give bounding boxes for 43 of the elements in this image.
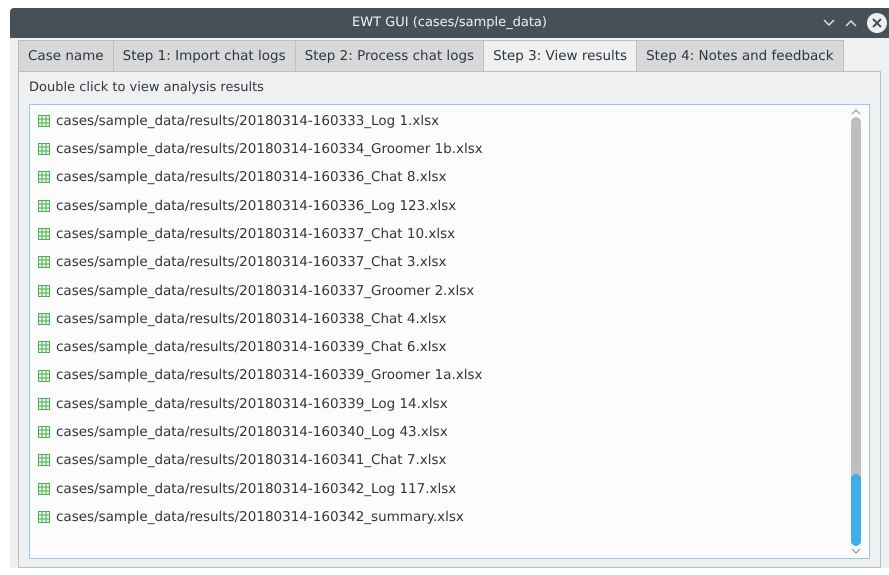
spreadsheet-icon	[38, 341, 50, 354]
scroll-up-icon[interactable]	[851, 108, 861, 115]
file-name[interactable]: cases/sample_data/results/20180314-160339_Chat 6.xlsx	[56, 337, 447, 358]
spreadsheet-icon	[38, 511, 50, 524]
window-title: EWT GUI (cases/sample_data)	[352, 14, 547, 32]
spreadsheet-icon	[38, 284, 50, 297]
spreadsheet-icon	[38, 171, 50, 184]
spreadsheet-icon	[38, 454, 50, 466]
file-name[interactable]: cases/sample_data/results/20180314-160333_Log 1.xlsx	[56, 110, 440, 132]
file-name[interactable]: cases/sample_data/results/20180314-160336_Chat 8.xlsx	[56, 167, 447, 188]
spreadsheet-icon	[38, 482, 50, 495]
file-name[interactable]: cases/sample_data/results/20180314-160342_Log 117.xlsx	[56, 478, 456, 499]
file-name[interactable]: cases/sample_data/results/20180314-160339_Log 14.xlsx	[56, 394, 448, 414]
file-name[interactable]: cases/sample_data/results/20180314-160340_Log 43.xlsx	[56, 422, 448, 442]
scrollbar-track[interactable]	[851, 116, 861, 546]
scrollbar-thumb[interactable]	[851, 474, 861, 546]
tab[interactable]: Step 2: Process chat logs	[294, 40, 484, 72]
spreadsheet-icon	[38, 256, 50, 268]
spreadsheet-icon	[38, 200, 50, 212]
spreadsheet-icon	[38, 228, 50, 240]
close-icon[interactable]	[867, 13, 887, 33]
file-name[interactable]: cases/sample_data/results/20180314-160336_Log 123.xlsx	[56, 196, 456, 216]
spreadsheet-icon	[38, 426, 50, 438]
maximize-icon[interactable]	[845, 19, 857, 27]
file-name[interactable]: cases/sample_data/results/20180314-160341_Chat 7.xlsx	[56, 450, 447, 471]
spreadsheet-icon	[38, 370, 50, 382]
file-name[interactable]: cases/sample_data/results/20180314-160338_Chat 4.xlsx	[56, 308, 447, 330]
file-name[interactable]: cases/sample_data/results/20180314-160334_Groomer 1b.xlsx	[56, 139, 483, 160]
file-name[interactable]: cases/sample_data/results/20180314-160337_Chat 10.xlsx	[56, 224, 456, 244]
scroll-down-icon[interactable]	[851, 548, 861, 554]
spreadsheet-icon	[38, 398, 50, 410]
tab[interactable]: Step 4: Notes and feedback	[636, 40, 844, 72]
tab[interactable]: Case name	[18, 40, 114, 72]
spreadsheet-icon	[38, 143, 50, 156]
instruction-text: Double click to view analysis results	[29, 79, 265, 98]
spreadsheet-icon	[38, 114, 50, 127]
file-name[interactable]: cases/sample_data/results/20180314-160342_summary.xlsx	[56, 506, 464, 528]
file-name[interactable]: cases/sample_data/results/20180314-160339_Groomer 1a.xlsx	[56, 365, 482, 386]
file-name[interactable]: cases/sample_data/results/20180314-160337_Groomer 2.xlsx	[56, 280, 474, 301]
tab[interactable]: Step 1: Import chat logs	[112, 40, 296, 72]
minimize-icon[interactable]	[823, 19, 835, 27]
file-name[interactable]: cases/sample_data/results/20180314-160337_Chat 3.xlsx	[56, 252, 447, 272]
spreadsheet-icon	[38, 312, 50, 325]
